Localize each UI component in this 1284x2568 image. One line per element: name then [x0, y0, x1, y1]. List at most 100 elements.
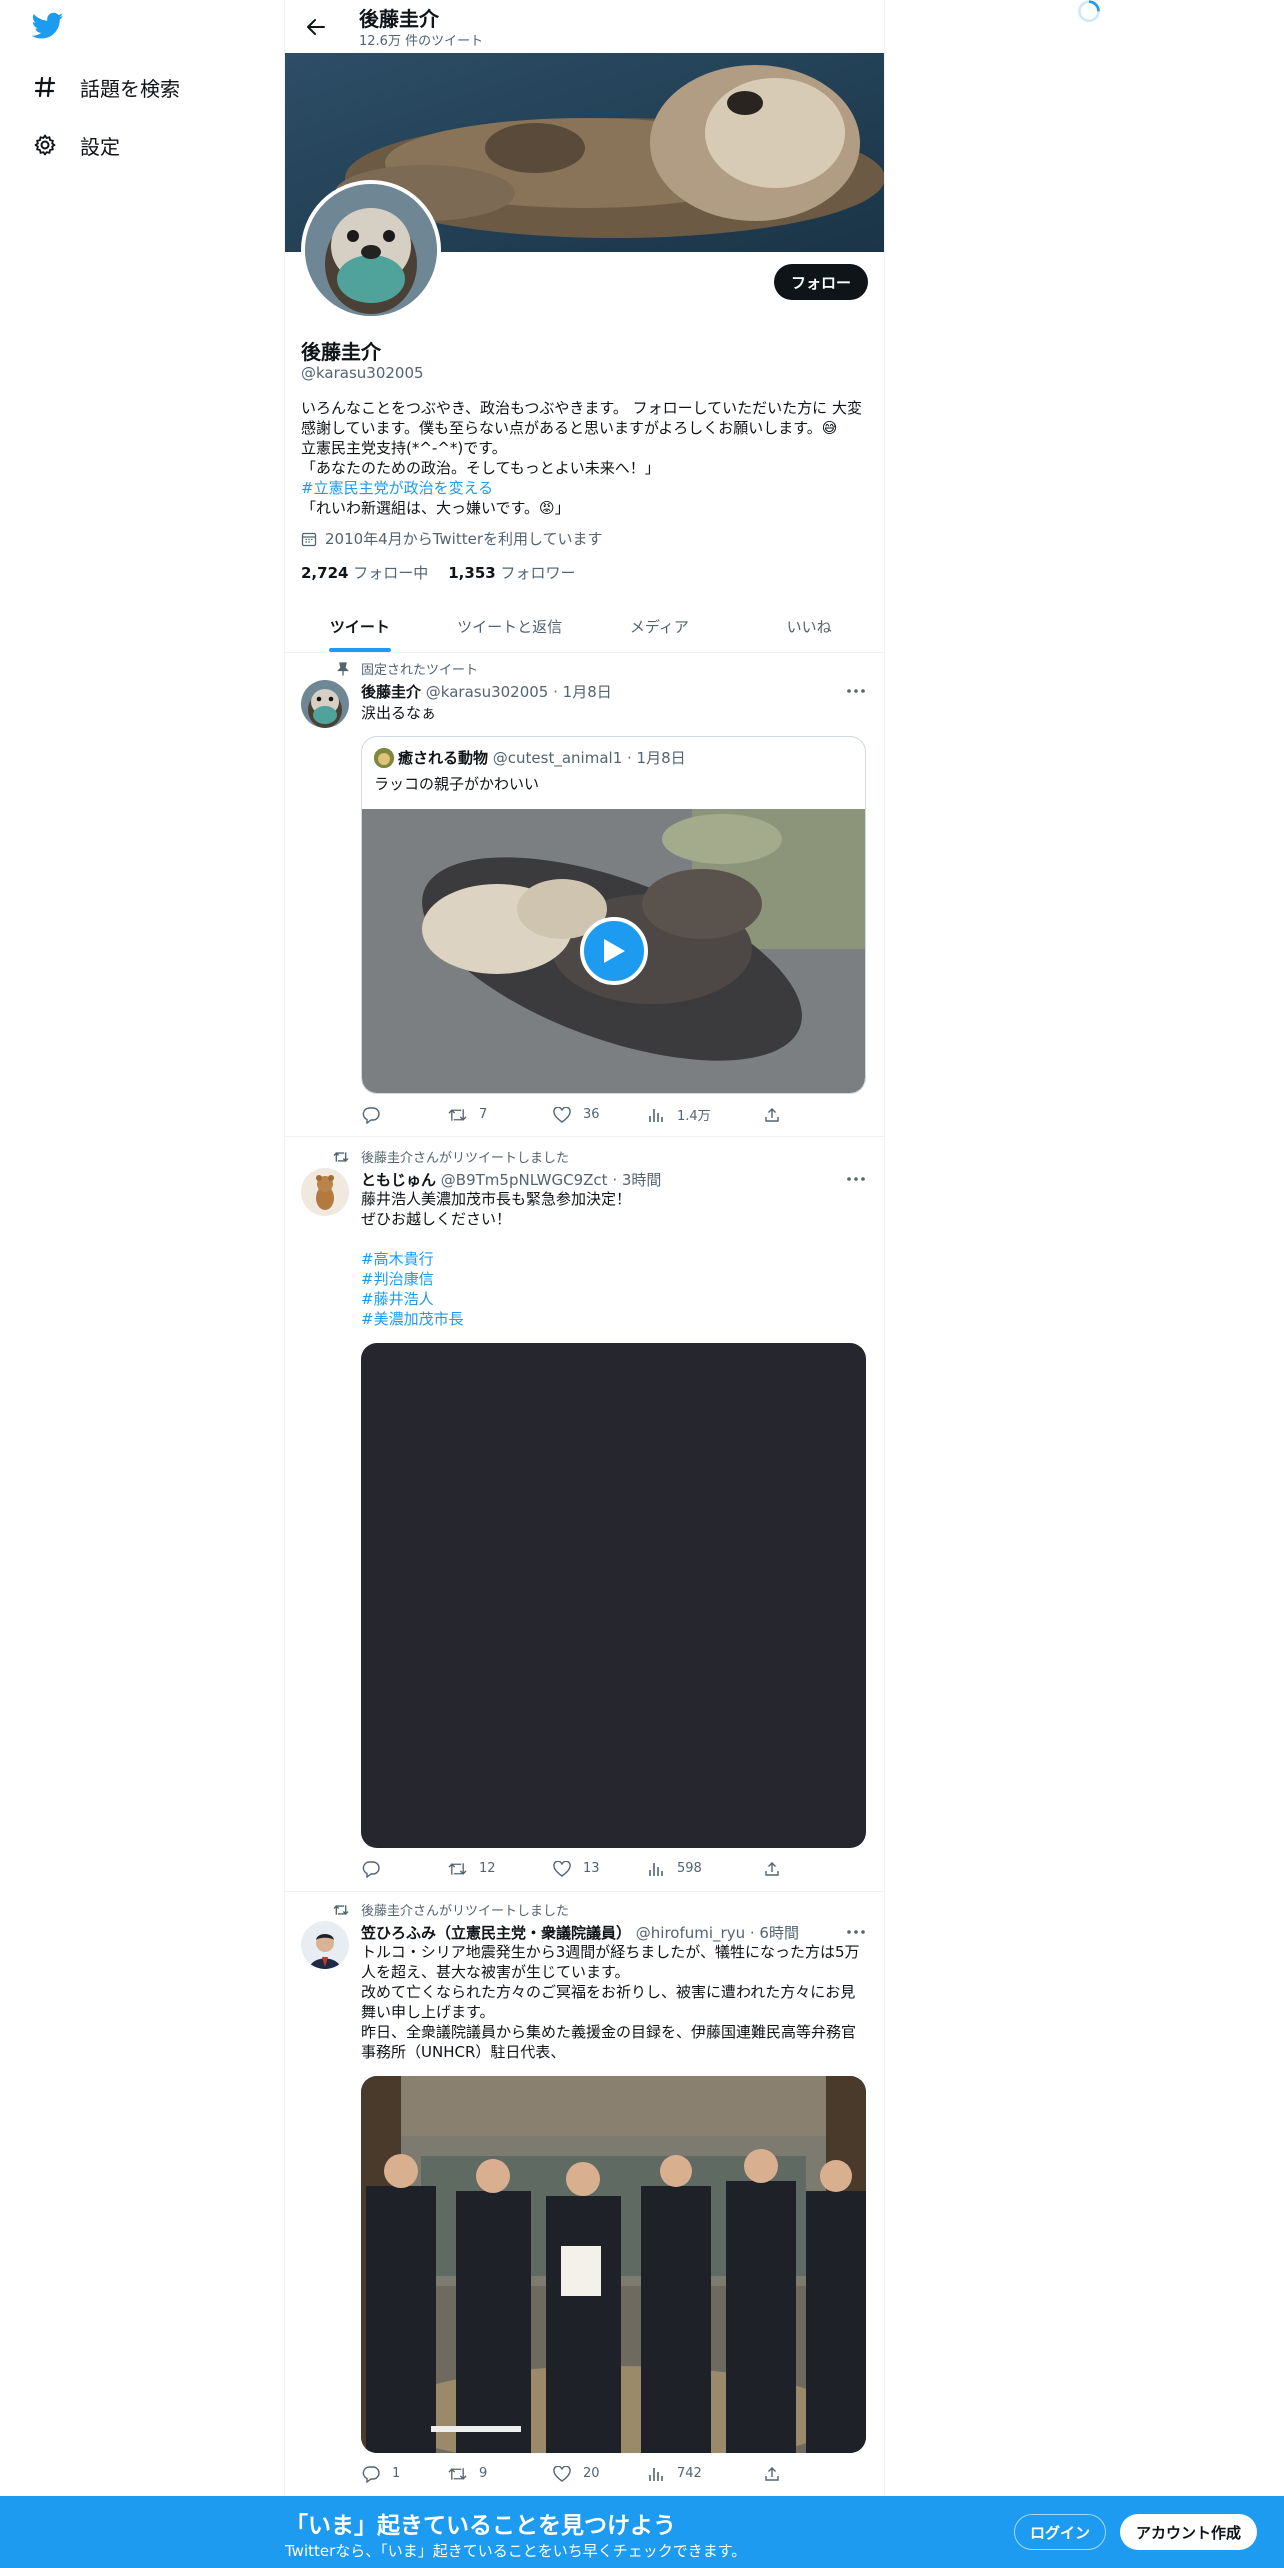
like-button[interactable]: 20 — [552, 2464, 646, 2483]
author-meta: @karasu302005 · 1月8日 — [425, 683, 612, 701]
followers-stat[interactable]: 1,353 フォロワー — [448, 562, 575, 583]
views-count: 598 — [677, 1861, 702, 1876]
share-button[interactable] — [762, 1105, 781, 1124]
share-button[interactable] — [762, 1859, 781, 1878]
retweet-button[interactable]: 9 — [448, 2464, 552, 2483]
like-button[interactable]: 36 — [552, 1105, 646, 1124]
tab-label: メディア — [629, 617, 689, 636]
tweet-photo[interactable] — [361, 2076, 866, 2453]
followers-label: フォロワー — [500, 564, 576, 582]
tweet-video[interactable] — [361, 1343, 866, 1848]
bio-hashtag-link[interactable]: #立憲民主党が政治を変える — [301, 478, 871, 498]
tweet-retweet[interactable]: 後藤圭介さんがリツイートしました 笠ひろふみ（立憲民主党・衆議院議員） @hir… — [285, 1892, 884, 2500]
share-button[interactable] — [762, 2464, 781, 2483]
profile-avatar[interactable] — [301, 180, 441, 320]
tweet-author[interactable]: ともじゅん @B9Tm5pNLWGC9Zct · 3時間 — [361, 1169, 661, 1190]
signup-prompt-bar: 「いま」起きていることを見つけよう Twitterなら、「いま」起きていることを… — [0, 2496, 1284, 2568]
avatar[interactable] — [301, 680, 349, 728]
views-button[interactable]: 742 — [646, 2464, 762, 2483]
views-count: 1.4万 — [677, 1109, 711, 1124]
quoted-tweet[interactable]: 癒される動物 @cutest_animal1 · 1月8日 ラッコの親子がかわい… — [361, 736, 866, 1094]
back-arrow-icon[interactable] — [301, 12, 331, 42]
hashtag-icon — [32, 74, 58, 100]
tweet-author[interactable]: 後藤圭介 @karasu302005 · 1月8日 — [361, 681, 612, 702]
retweet-button[interactable]: 7 — [448, 1105, 552, 1124]
more-icon[interactable] — [844, 1169, 868, 1189]
quoted-author: 癒される動物 @cutest_animal1 · 1月8日 — [374, 747, 686, 768]
nav-item-settings[interactable]: 設定 — [32, 125, 120, 165]
retweet-icon — [448, 2464, 467, 2483]
quoted-video[interactable] — [362, 809, 865, 1093]
context-label: 固定されたツイート — [361, 663, 479, 678]
login-button[interactable]: ログイン — [1014, 2514, 1107, 2550]
nav-item-explore[interactable]: 話題を検索 — [32, 67, 180, 107]
tweet-text-line: 昨日、全衆議院議員から集めた義援金の目録を、伊藤国連難民高等弁務官 — [361, 2023, 857, 2041]
tab-tweets[interactable]: ツイート — [285, 600, 435, 652]
tweet-author[interactable]: 笠ひろふみ（立憲民主党・衆議院議員） @hirofumi_ryu · 6時間 — [361, 1922, 799, 1943]
profile-tabs: ツイート ツイートと返信 メディア いいね — [285, 600, 884, 653]
retweet-count: 12 — [479, 1861, 496, 1876]
reply-button[interactable]: 1 — [361, 2464, 448, 2483]
following-stat[interactable]: 2,724 フォロー中 — [301, 562, 428, 583]
prompt-subtitle: Twitterなら、「いま」起きていることをいち早くチェックできます。 — [285, 2542, 747, 2560]
hashtag-link[interactable]: #藤井浩人 — [361, 1289, 869, 1309]
hashtag-link[interactable]: #高木貴行 — [361, 1249, 869, 1269]
twitter-logo-icon[interactable] — [31, 12, 68, 44]
quoted-text: ラッコの親子がかわいい — [374, 775, 540, 793]
follow-button[interactable]: フォロー — [773, 264, 868, 300]
nav-label-explore: 話題を検索 — [80, 76, 180, 101]
reply-button[interactable] — [361, 1105, 448, 1124]
tab-label: ツイートと返信 — [457, 617, 563, 636]
hashtag-link[interactable]: #判治康信 — [361, 1269, 869, 1289]
tweet-text-line: 涙出るなぁ — [361, 704, 437, 722]
reply-icon — [361, 1859, 380, 1878]
tab-media[interactable]: メディア — [585, 600, 735, 652]
tweet-retweet[interactable]: 後藤圭介さんがリツイートしました ともじゅん @B9Tm5pNLWGC9Zct … — [285, 1137, 884, 1892]
bio-line: いろんなことをつぶやき、政治もつぶやきます。 フォローしていただいた方に 大変 — [301, 399, 862, 417]
author-name: 笠ひろふみ（立憲民主党・衆議院議員） — [361, 1924, 632, 1942]
share-icon — [762, 2464, 781, 2483]
retweet-icon — [448, 1859, 467, 1878]
like-count: 13 — [583, 1861, 600, 1876]
following-count: 2,724 — [301, 564, 349, 582]
header-title: 後藤圭介 — [359, 7, 439, 31]
retweet-button[interactable]: 12 — [448, 1859, 552, 1878]
create-account-button[interactable]: アカウント作成 — [1120, 2514, 1258, 2550]
views-button[interactable]: 1.4万 — [646, 1105, 762, 1124]
avatar[interactable] — [301, 1168, 349, 1216]
avatar[interactable] — [301, 1921, 349, 1969]
tweet-pinned[interactable]: 固定されたツイート 後藤圭介 @karasu302005 · 1月8日 涙出るな… — [285, 653, 884, 1137]
views-count: 742 — [677, 2466, 702, 2481]
tweet-text-line: トルコ・シリア地震発生から3週間が経ちましたが、犠牲になった方は5万 — [361, 1943, 860, 1961]
bio-line: 感謝しています。僕も至らない点があると思いますがよろしくお願いします。😅 — [301, 419, 838, 437]
play-icon[interactable] — [579, 917, 648, 985]
views-button[interactable]: 598 — [646, 1859, 762, 1878]
tweet-context: 固定されたツイート — [333, 659, 478, 678]
tab-tweets-and-replies[interactable]: ツイートと返信 — [435, 600, 585, 652]
reply-icon — [361, 2464, 380, 2483]
reply-icon — [361, 1105, 380, 1124]
context-label: 後藤圭介さんがリツイートしました — [361, 1904, 570, 1919]
reply-button[interactable] — [361, 1859, 448, 1878]
like-icon — [552, 2464, 571, 2483]
tweet-text-line: 事務所（UNHCR）駐日代表、 — [361, 2043, 566, 2061]
tab-likes[interactable]: いいね — [734, 600, 884, 652]
loading-spinner-icon — [1074, 0, 1104, 26]
tab-label: ツイート — [329, 617, 390, 636]
more-icon[interactable] — [844, 681, 868, 701]
tweet-text-line: 人を超え、甚大な被害が生じています。 — [361, 1963, 630, 1981]
bio-line: 「あなたのための政治。そしてもっとよい未来へ！」 — [301, 459, 660, 477]
like-count: 20 — [583, 2466, 600, 2481]
tab-label: いいね — [786, 617, 832, 636]
left-navigation: 話題を検索 設定 — [0, 0, 284, 2568]
like-count: 36 — [583, 1107, 600, 1122]
quoted-name: 癒される動物 — [398, 749, 489, 767]
profile-handle: @karasu302005 — [301, 364, 424, 382]
more-icon[interactable] — [844, 1922, 868, 1942]
joined-text: 2010年4月からTwitterを利用しています — [325, 530, 603, 548]
profile-name: 後藤圭介 — [301, 340, 381, 364]
like-button[interactable]: 13 — [552, 1859, 646, 1878]
hashtag-link[interactable]: #美濃加茂市長 — [361, 1309, 869, 1329]
tweet-count: 12.6万 件のツイート — [359, 34, 484, 49]
